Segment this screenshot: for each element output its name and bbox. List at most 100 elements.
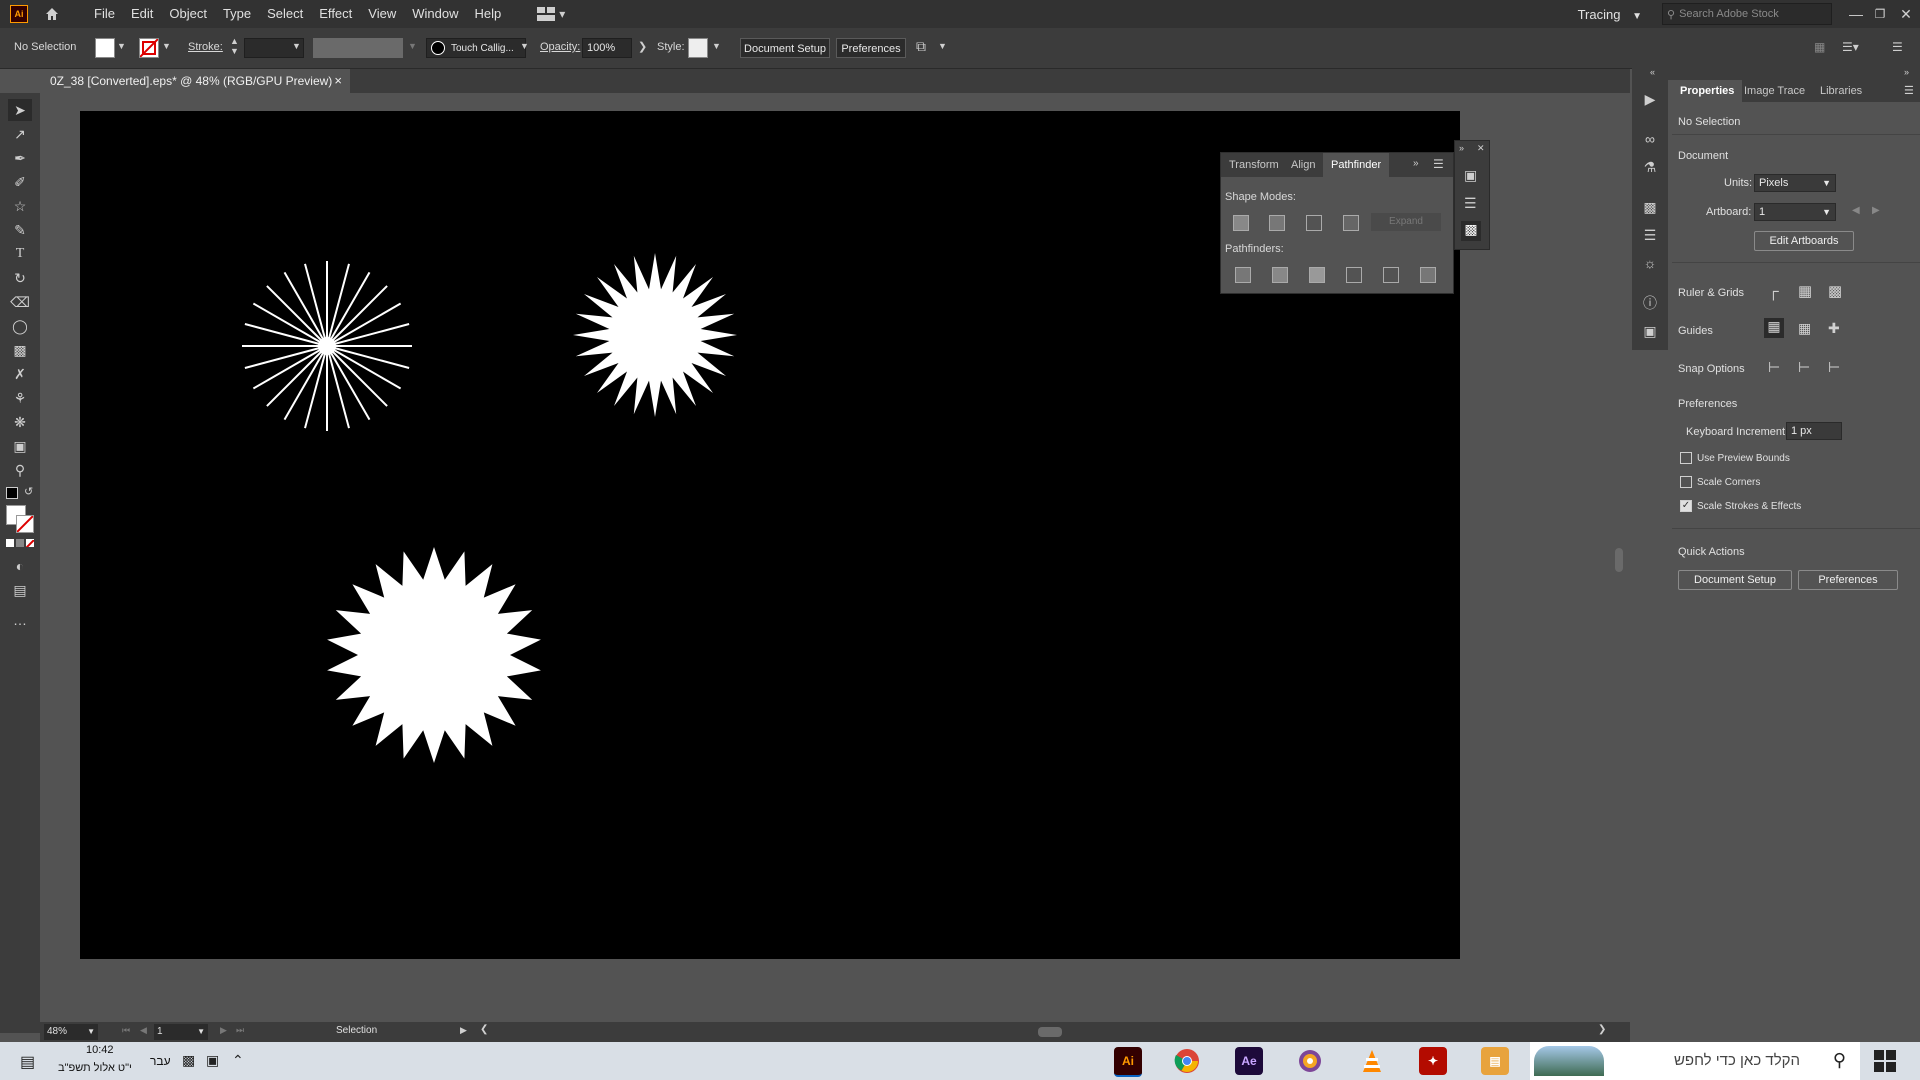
menu-effect[interactable]: Effect <box>311 0 360 28</box>
scroll-left-icon[interactable]: ❮ <box>480 1024 488 1035</box>
units-select[interactable]: Pixels ▼ <box>1754 174 1836 192</box>
panel-menu-icon[interactable]: ☰ <box>1892 40 1903 54</box>
workspace-switcher[interactable]: Tracing ▼ <box>1578 7 1642 22</box>
close-icon[interactable]: ✕ <box>1477 143 1485 154</box>
collapse-right-icon[interactable]: » <box>1904 67 1909 77</box>
trim-icon[interactable] <box>1272 267 1288 283</box>
gradient-tool-icon[interactable]: ▩ <box>8 339 32 361</box>
gradient-panel-icon[interactable]: ▩ <box>1641 198 1659 216</box>
divide-icon[interactable] <box>1235 267 1251 283</box>
tab-libraries[interactable]: Libraries <box>1812 80 1870 102</box>
show-guides-icon[interactable]: ▦ <box>1764 318 1784 338</box>
seal-star-shape[interactable] <box>327 547 541 763</box>
keyboard-increment-field[interactable]: 1 px <box>1786 422 1842 440</box>
scale-strokes-checkbox[interactable]: ✓ <box>1680 500 1692 512</box>
tab-properties[interactable]: Properties <box>1672 80 1743 102</box>
home-icon[interactable] <box>42 4 62 24</box>
curvature-tool-icon[interactable]: ✐ <box>8 171 32 193</box>
preferences-button[interactable]: Preferences <box>836 38 906 58</box>
color-mode-icon[interactable] <box>6 539 14 547</box>
taskbar-illustrator[interactable]: Ai <box>1114 1047 1142 1077</box>
star-tool-icon[interactable]: ☆ <box>8 195 32 217</box>
menu-help[interactable]: Help <box>466 0 509 28</box>
opacity-label[interactable]: Opacity: <box>540 41 580 53</box>
menu-file[interactable]: File <box>86 0 123 28</box>
screen-mode-icon[interactable]: ▤ <box>8 579 32 601</box>
puppet-icon[interactable]: ⚗ <box>1641 158 1659 176</box>
taskbar-chrome[interactable] <box>1173 1047 1201 1075</box>
more-tools-icon[interactable]: … <box>8 609 32 631</box>
rulers-icon[interactable]: ┌ <box>1768 283 1779 300</box>
quick-preferences-button[interactable]: Preferences <box>1798 570 1898 590</box>
gradient-mode-icon[interactable] <box>16 539 24 547</box>
pathfinder-panel-icon[interactable]: ▩ <box>1461 221 1481 241</box>
search-input[interactable]: הקלד כאן כדי לחפש <box>1674 1052 1800 1069</box>
arrange-documents-icon[interactable]: ▾ <box>537 4 571 24</box>
horizontal-scroll-thumb[interactable] <box>1038 1027 1062 1037</box>
stepper-icon[interactable]: ▲ ▼ <box>230 36 239 56</box>
eraser-tool-icon[interactable]: ⌫ <box>8 291 32 313</box>
tab-pathfinder[interactable]: Pathfinder <box>1323 153 1390 177</box>
quick-document-setup-button[interactable]: Document Setup <box>1678 570 1792 590</box>
menu-view[interactable]: View <box>360 0 404 28</box>
panel-menu-icon[interactable]: ☰ <box>1433 157 1444 171</box>
chevron-down-icon[interactable]: ▼ <box>712 41 721 51</box>
next-artboard-icon[interactable]: ▶ <box>220 1025 227 1036</box>
menu-select[interactable]: Select <box>259 0 311 28</box>
first-artboard-icon[interactable]: ⏮ <box>122 1025 130 1036</box>
minus-front-icon[interactable] <box>1269 215 1285 231</box>
chevron-down-icon[interactable]: ▼ <box>520 41 529 51</box>
puppet-warp-tool-icon[interactable]: ⚘ <box>8 387 32 409</box>
menu-type[interactable]: Type <box>215 0 259 28</box>
variable-width-profile[interactable] <box>313 38 403 58</box>
expand-button[interactable]: Expand <box>1371 213 1441 231</box>
transform-icon[interactable]: ⧉ <box>916 38 934 56</box>
last-artboard-icon[interactable]: ⏭ <box>236 1025 244 1036</box>
display-icon[interactable]: ▩ <box>182 1052 195 1069</box>
align-icon[interactable]: ▦ <box>1814 40 1825 54</box>
opacity-field[interactable]: 100% <box>582 38 632 58</box>
tab-transform[interactable]: Transform <box>1221 153 1287 177</box>
clock-time[interactable]: 10:42 <box>86 1044 114 1056</box>
rotate-tool-icon[interactable]: ↻ <box>8 267 32 289</box>
artboard-number-field[interactable]: 1 ▼ <box>154 1024 208 1040</box>
default-colors-icon[interactable] <box>6 487 18 499</box>
collapse-left-icon[interactable]: « <box>1650 67 1655 77</box>
stock-search[interactable]: ⚲ Search Adobe Stock <box>1662 3 1832 25</box>
pen-tool-icon[interactable]: ✒ <box>8 147 32 169</box>
stroke-swatch[interactable] <box>139 38 159 58</box>
start-button[interactable] <box>1874 1050 1896 1072</box>
asset-export-icon[interactable]: ▣ <box>1641 322 1659 340</box>
taskbar-search[interactable]: הקלד כאן כדי לחפש ⚲ <box>1530 1042 1860 1080</box>
snap-to-pixel-icon[interactable]: ⊢ <box>1798 359 1810 376</box>
chevron-down-icon[interactable]: ▼ <box>292 41 301 51</box>
grid-icon[interactable]: ▦ <box>1798 282 1812 300</box>
menu-object[interactable]: Object <box>161 0 215 28</box>
crop-icon[interactable] <box>1346 267 1362 283</box>
tray-chevron-icon[interactable]: ⌃ <box>232 1052 244 1069</box>
menu-window[interactable]: Window <box>404 0 466 28</box>
chevron-down-icon[interactable]: ▼ <box>408 41 417 51</box>
transparency-grid-icon[interactable]: ▩ <box>1828 282 1842 300</box>
unite-icon[interactable] <box>1233 215 1249 231</box>
stock-search-input[interactable]: Search Adobe Stock <box>1679 8 1779 20</box>
lock-guides-icon[interactable]: ▦ <box>1798 320 1811 337</box>
fill-swatch[interactable] <box>95 38 115 58</box>
collapse-icon[interactable]: » <box>1413 158 1419 169</box>
close-window-button[interactable]: ✕ <box>1892 6 1920 23</box>
align-panel-icon[interactable]: ☰ <box>1464 195 1477 212</box>
smart-guides-icon[interactable]: ✚ <box>1828 320 1840 337</box>
brush-definition[interactable]: Touch Callig... <box>426 38 526 58</box>
graphic-style-swatch[interactable] <box>688 38 708 58</box>
scroll-thumb[interactable] <box>1615 548 1623 572</box>
eyedropper-tool-icon[interactable]: ✗ <box>8 363 32 385</box>
appearance-icon[interactable]: ☼ <box>1641 254 1659 272</box>
merge-icon[interactable] <box>1309 267 1325 283</box>
previous-artboard-icon[interactable]: ◀ <box>1852 205 1860 216</box>
minimize-button[interactable]: — <box>1844 6 1868 22</box>
ray-burst-shape[interactable] <box>242 261 412 431</box>
tab-image-trace[interactable]: Image Trace <box>1736 80 1813 102</box>
shape-builder-tool-icon[interactable]: ◯ <box>8 315 32 337</box>
meet-icon[interactable]: ▣ <box>206 1052 219 1069</box>
chevron-right-icon[interactable]: ❯ <box>638 40 647 53</box>
